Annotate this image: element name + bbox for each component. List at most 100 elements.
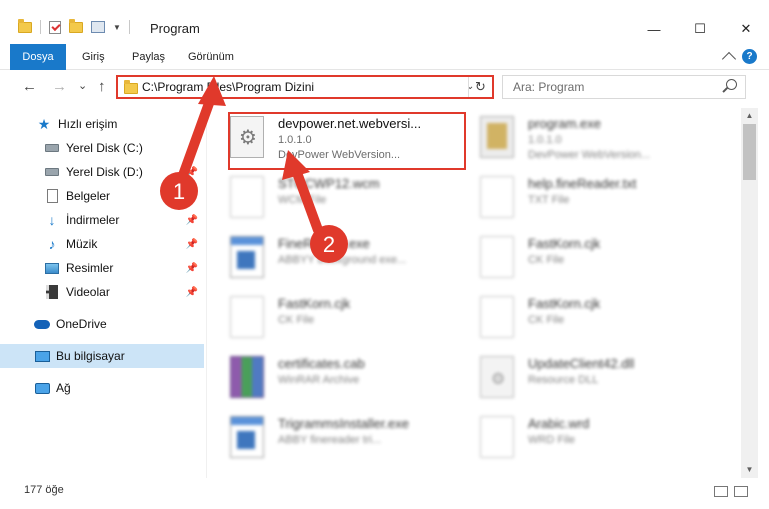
navigation-pane: ★ Hızlı erişim Yerel Disk (C:) Yerel Dis… bbox=[0, 108, 206, 478]
tab-view[interactable]: Görünüm bbox=[178, 44, 244, 70]
refresh-button[interactable]: ↻ bbox=[468, 77, 492, 97]
scroll-down-icon[interactable]: ▼ bbox=[741, 462, 758, 478]
sidebar-item-onedrive[interactable]: OneDrive bbox=[0, 312, 204, 336]
address-bar[interactable]: C:\Program Files\Program Dizini ⌄ ↻ bbox=[116, 75, 494, 99]
close-button[interactable]: ✕ bbox=[723, 14, 769, 44]
generic-file-icon bbox=[480, 236, 514, 278]
address-path[interactable]: C:\Program Files\Program Dizini bbox=[142, 80, 314, 94]
sidebar-item-label: OneDrive bbox=[56, 317, 107, 331]
details-view-icon[interactable] bbox=[714, 486, 728, 497]
vertical-scrollbar[interactable]: ▲ ▼ bbox=[741, 108, 758, 478]
file-tile[interactable]: TrigrammsInstaller.exe ABBY finereader t… bbox=[210, 408, 446, 468]
pane-divider[interactable] bbox=[206, 108, 207, 478]
toolbar-separator bbox=[40, 20, 41, 34]
generic-file-icon bbox=[230, 176, 264, 218]
file-type: ABBYY Background exe... bbox=[278, 254, 407, 266]
sidebar-item-pictures[interactable]: Resimler 📌 bbox=[0, 256, 204, 280]
sidebar-item-this-pc[interactable]: Bu bilgisayar bbox=[0, 344, 204, 368]
sidebar-item-label: Ağ bbox=[56, 381, 71, 395]
minimize-button[interactable]: — bbox=[631, 14, 677, 44]
tab-home[interactable]: Giriş bbox=[72, 44, 115, 70]
search-input[interactable]: Ara: Program bbox=[513, 80, 584, 94]
generic-file-icon bbox=[480, 416, 514, 458]
sidebar-item-label: Hızlı erişim bbox=[58, 117, 118, 131]
file-type: CK File bbox=[528, 314, 565, 326]
file-name: FastKorn.cjk bbox=[528, 236, 601, 251]
help-icon[interactable]: ? bbox=[742, 49, 757, 64]
properties-check-icon[interactable] bbox=[49, 20, 61, 34]
onedrive-icon bbox=[34, 319, 50, 329]
file-name: TrigrammsInstaller.exe bbox=[278, 416, 409, 431]
file-tile[interactable]: FastKorn.cjk CK File bbox=[210, 288, 446, 348]
pin-icon[interactable]: 📌 bbox=[186, 263, 198, 274]
file-type: WCM File bbox=[278, 194, 327, 206]
ribbon: Dosya Giriş Paylaş Görünüm ? bbox=[0, 44, 769, 70]
file-tile[interactable]: FastKorn.cjk CK File bbox=[460, 228, 696, 288]
back-button[interactable]: ← bbox=[22, 78, 37, 95]
sidebar-item-downloads[interactable]: ↓ İndirmeler 📌 bbox=[0, 208, 204, 232]
sidebar-item-documents[interactable]: Belgeler bbox=[0, 184, 204, 208]
videos-icon bbox=[46, 285, 58, 299]
properties-icon[interactable] bbox=[91, 21, 105, 33]
file-type: WRD File bbox=[528, 434, 576, 446]
pin-icon[interactable]: 📌 bbox=[186, 215, 198, 226]
file-name: help.fineReader.txt bbox=[528, 176, 637, 191]
search-icon[interactable] bbox=[726, 79, 737, 90]
music-icon: ♪ bbox=[48, 236, 56, 252]
tab-share[interactable]: Paylaş bbox=[122, 44, 175, 70]
file-name: Arabic.wrd bbox=[528, 416, 590, 431]
file-tile[interactable]: help.fineReader.txt TXT File bbox=[460, 168, 696, 228]
pin-icon[interactable]: 📌 bbox=[186, 287, 198, 298]
file-tile[interactable]: UpdateClient42.dll Resource DLL bbox=[460, 348, 696, 408]
file-list: devpower.net.webversi... 1.0.1.0 DevPowe… bbox=[210, 108, 740, 478]
exe-icon bbox=[480, 116, 514, 158]
expand-ribbon-icon[interactable] bbox=[721, 51, 737, 66]
scrollbar-thumb[interactable] bbox=[743, 124, 756, 180]
disk-icon bbox=[45, 168, 59, 176]
ribbon-controls: ? bbox=[721, 49, 757, 66]
generic-file-icon bbox=[480, 296, 514, 338]
search-box[interactable]: Ara: Program bbox=[502, 75, 746, 99]
window-controls: — ☐ ✕ bbox=[631, 14, 769, 44]
sidebar-item-music[interactable]: ♪ Müzik 📌 bbox=[0, 232, 204, 256]
folder-icon bbox=[124, 80, 138, 94]
file-tile[interactable]: Arabic.wrd WRD File bbox=[460, 408, 696, 468]
recent-locations-button[interactable]: ⌄ bbox=[78, 79, 87, 92]
sidebar-item-label: Resimler bbox=[66, 261, 114, 275]
up-button[interactable]: ↑ bbox=[98, 78, 106, 95]
file-tile[interactable]: certificates.cab WinRAR Archive bbox=[210, 348, 446, 408]
new-folder-icon[interactable] bbox=[69, 18, 83, 33]
sidebar-item-videos[interactable]: Videolar 📌 bbox=[0, 280, 204, 304]
file-name: certificates.cab bbox=[278, 356, 365, 371]
sidebar-item-label: Videolar bbox=[66, 285, 110, 299]
pin-icon[interactable]: 📌 bbox=[186, 239, 198, 250]
sidebar-item-label: Yerel Disk (D:) bbox=[66, 165, 143, 179]
status-bar: 177 öğe bbox=[0, 478, 769, 509]
sidebar-item-local-disk-d[interactable]: Yerel Disk (D:) 📌 bbox=[0, 160, 204, 184]
sidebar-item-local-disk-c[interactable]: Yerel Disk (C:) bbox=[0, 136, 204, 160]
sidebar-item-network[interactable]: Ağ bbox=[0, 376, 204, 400]
scroll-up-icon[interactable]: ▲ bbox=[741, 108, 758, 124]
forward-button[interactable]: → bbox=[52, 78, 67, 95]
tab-file[interactable]: Dosya bbox=[10, 44, 66, 70]
large-icons-view-icon[interactable] bbox=[734, 486, 748, 497]
sidebar-item-quick-access[interactable]: ★ Hızlı erişim bbox=[0, 112, 204, 136]
maximize-button[interactable]: ☐ bbox=[677, 14, 723, 44]
file-name: STOCWP12.wcm bbox=[278, 176, 380, 191]
file-type: Resource DLL bbox=[528, 374, 599, 386]
generic-file-icon bbox=[480, 176, 514, 218]
highlight-box bbox=[228, 112, 466, 170]
app-icon bbox=[230, 416, 264, 458]
file-type: WinRAR Archive bbox=[278, 374, 360, 386]
file-tile[interactable]: program.exe 1.0.1.0 DevPower WebVersion.… bbox=[460, 108, 696, 168]
pin-icon[interactable]: 📌 bbox=[186, 167, 198, 178]
navigation-bar: ← → ⌄ ↑ C:\Program Files\Program Dizini … bbox=[0, 70, 769, 106]
folder-icon[interactable] bbox=[18, 18, 32, 33]
file-tile[interactable]: STOCWP12.wcm WCM File bbox=[210, 168, 446, 228]
customize-toolbar-icon[interactable]: ▼ bbox=[113, 23, 121, 32]
file-tile[interactable]: FastKorn.cjk CK File bbox=[460, 288, 696, 348]
file-type: TXT File bbox=[528, 194, 570, 206]
item-count: 177 öğe bbox=[24, 484, 64, 496]
sidebar-item-label: İndirmeler bbox=[66, 213, 120, 227]
file-tile[interactable]: FineReader.exe ABBYY Background exe... bbox=[210, 228, 446, 288]
